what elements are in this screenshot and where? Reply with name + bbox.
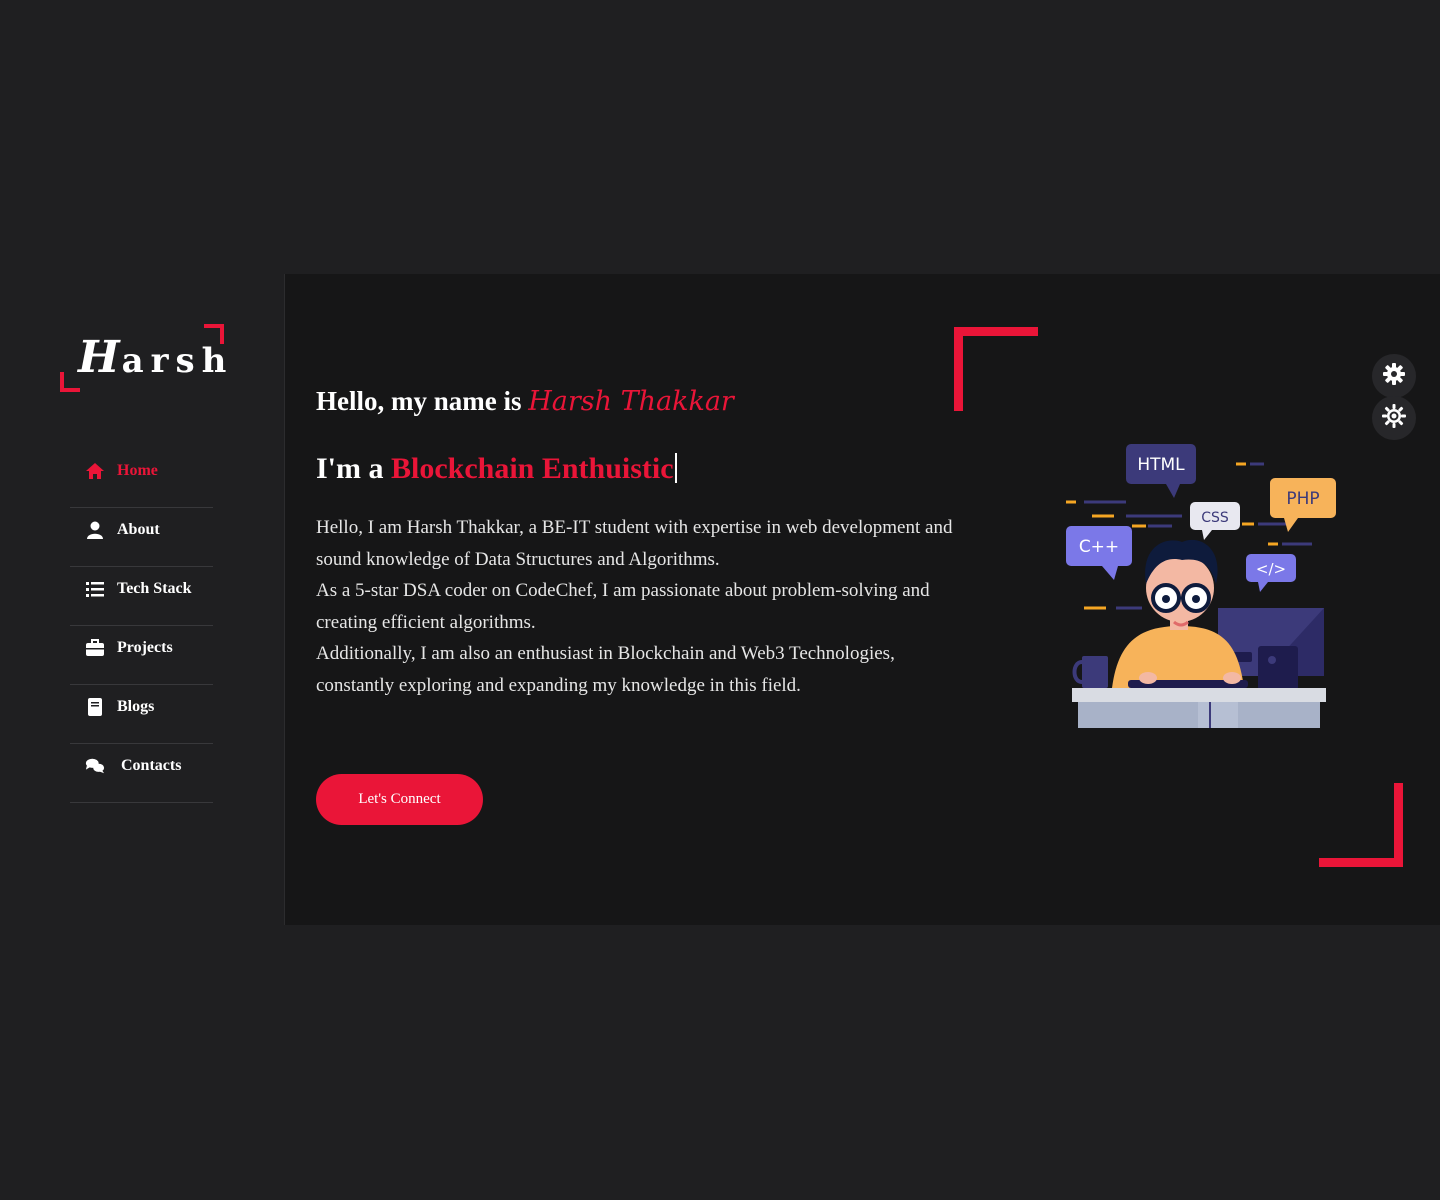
sun-gear-icon — [1382, 403, 1406, 433]
user-icon — [85, 521, 105, 539]
author-name: Harsh Thakkar — [528, 386, 734, 417]
typing-caret — [674, 453, 677, 483]
settings-panel — [1372, 354, 1416, 440]
cpp-bubble-label: C++ — [1079, 537, 1119, 557]
sidebar-item-label: Home — [117, 462, 158, 479]
sidebar-nav: Home About Tech Stack Projects Blogs Con… — [70, 450, 213, 804]
sidebar-item-label: Contacts — [121, 757, 182, 774]
list-icon — [85, 580, 105, 598]
book-icon — [85, 698, 105, 716]
logo-corner-bottom-left — [60, 372, 80, 392]
bio-text: Hello, I am Harsh Thakkar, a BE-IT stude… — [316, 512, 976, 702]
sidebar-item-home[interactable]: Home — [70, 450, 213, 508]
briefcase-icon — [85, 639, 105, 657]
sidebar-item-contacts[interactable]: Contacts — [70, 745, 213, 803]
code-bubble-label: </> — [1256, 560, 1286, 578]
role-prefix: I'm a — [316, 452, 384, 485]
decorative-corner-bottom-right — [1319, 783, 1403, 867]
sidebar: Harsh Home About Tech Stack Projects Blo… — [0, 274, 285, 925]
sidebar-item-label: Projects — [117, 639, 173, 656]
developer-illustration: HTML CSS PHP C++ </> — [1062, 438, 1342, 738]
bio-paragraph: Hello, I am Harsh Thakkar, a BE-IT stude… — [316, 517, 953, 570]
lets-connect-button[interactable]: Let's Connect — [316, 774, 483, 825]
sidebar-item-about[interactable]: About — [70, 509, 213, 567]
bio-paragraph: As a 5-star DSA coder on CodeChef, I am … — [316, 580, 930, 633]
typed-role: Blockchain Enthuistic — [391, 452, 674, 485]
greeting-text: Hello, my name is — [316, 386, 522, 416]
greeting-heading: Hello, my name is Harsh Thakkar — [316, 386, 734, 417]
decorative-corner-top-left — [954, 327, 1038, 411]
sidebar-item-blogs[interactable]: Blogs — [70, 686, 213, 744]
bio-paragraph: Additionally, I am also an enthusiast in… — [316, 643, 895, 696]
app-frame: Harsh Home About Tech Stack Projects Blo… — [0, 274, 1440, 925]
sidebar-item-projects[interactable]: Projects — [70, 627, 213, 685]
settings-gear-button[interactable] — [1372, 354, 1416, 398]
home-icon — [85, 462, 105, 480]
theme-toggle-button[interactable] — [1372, 396, 1416, 440]
chat-icon — [85, 757, 105, 775]
php-bubble-label: PHP — [1286, 489, 1319, 509]
html-bubble-label: HTML — [1137, 455, 1185, 475]
sidebar-item-label: About — [117, 521, 160, 538]
sidebar-item-label: Tech Stack — [117, 580, 192, 597]
logo[interactable]: Harsh — [60, 324, 226, 392]
sidebar-item-label: Blogs — [117, 698, 155, 715]
css-bubble-label: CSS — [1201, 510, 1229, 526]
role-heading: I'm a Blockchain Enthuistic — [316, 452, 677, 486]
sidebar-item-tech-stack[interactable]: Tech Stack — [70, 568, 213, 626]
gear-icon — [1383, 362, 1405, 390]
logo-text: Harsh — [78, 332, 234, 383]
